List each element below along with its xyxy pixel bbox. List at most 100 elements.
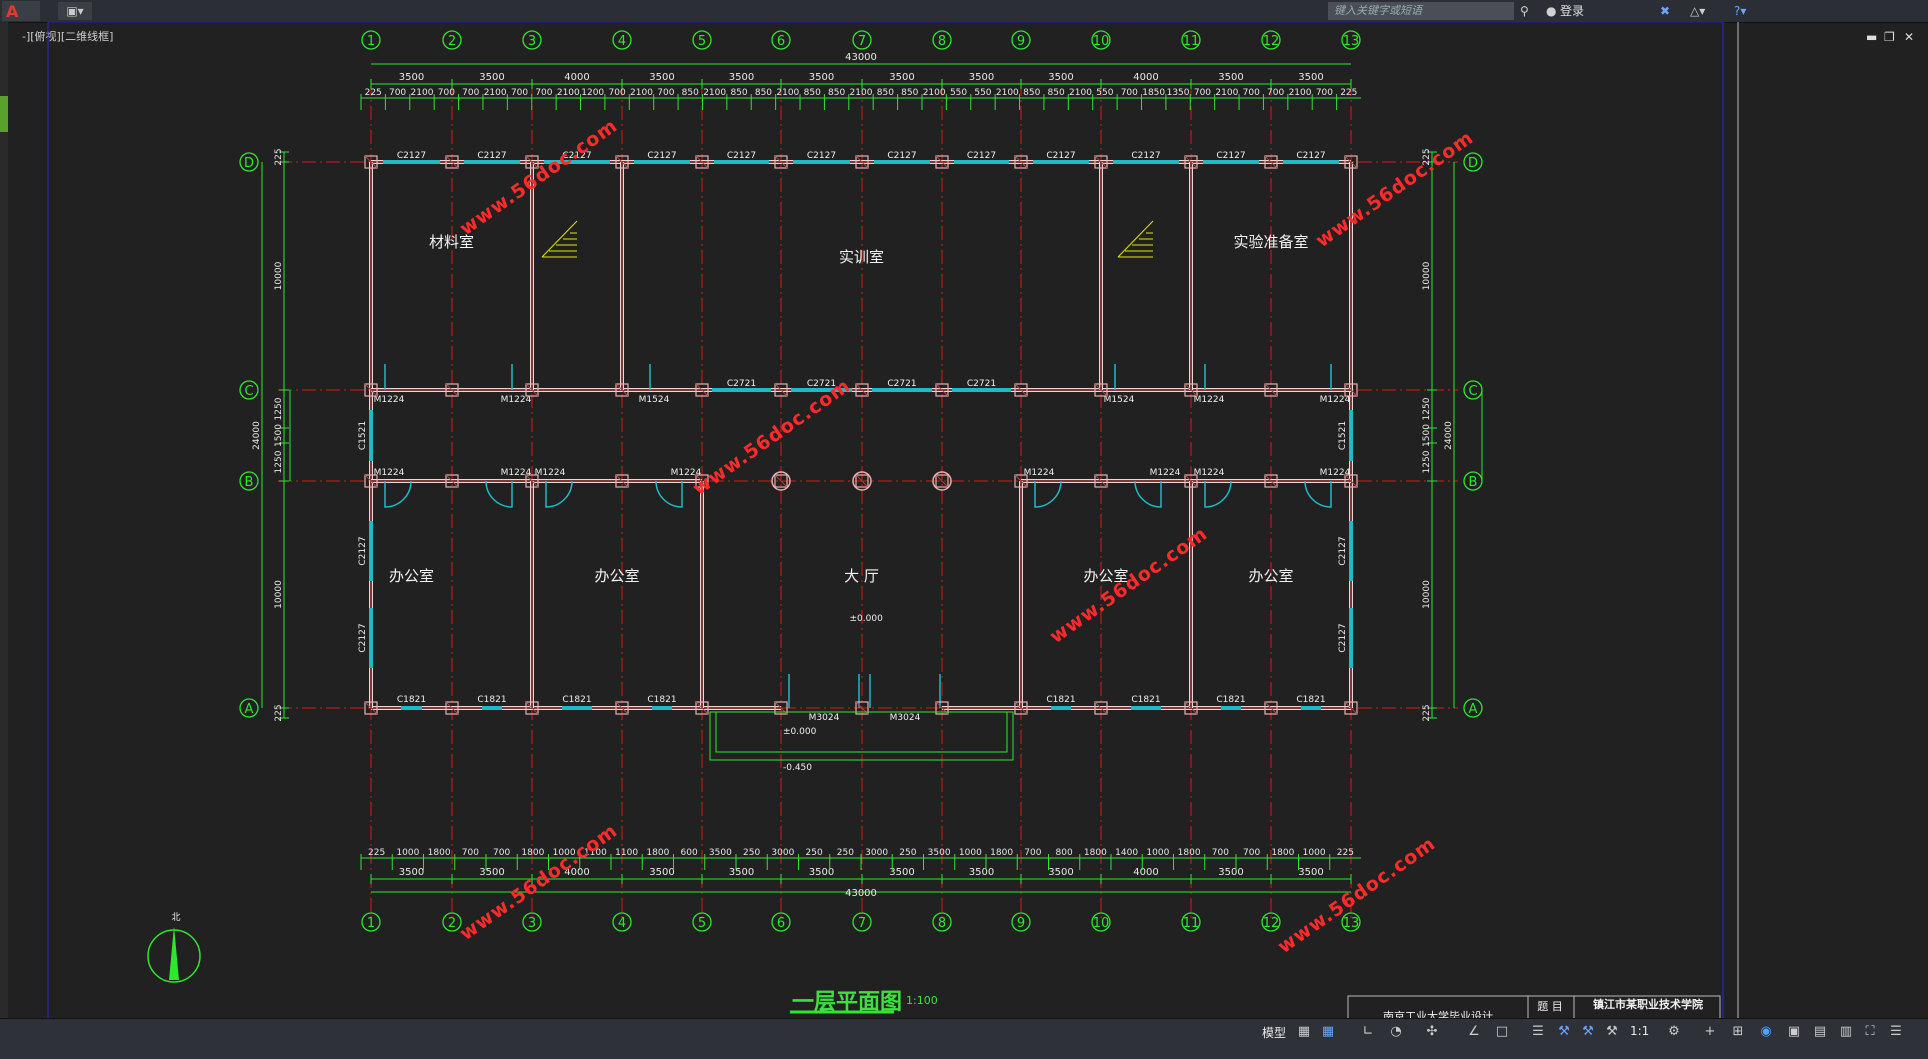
door-label: M1524 [1104,395,1135,405]
top-detail-dim-text: 2100 [484,88,507,98]
door-label: M1224 [535,468,566,478]
axis-label: 2 [448,916,456,931]
axis-label: A [245,702,254,717]
annotation-scale-icon[interactable]: ⚒ [1604,1024,1620,1040]
dynamic-ucs-icon[interactable]: □ [1494,1024,1510,1040]
workspace-gear-icon[interactable]: ⚙ [1666,1024,1682,1040]
top-bay-dim-text: 4000 [564,72,589,83]
bottom-detail-dim-text: 600 [681,848,698,858]
model-tab[interactable]: 模型 [1262,1024,1286,1041]
customize-icon[interactable]: ☰ [1888,1024,1904,1040]
axis-label: 10 [1093,916,1110,931]
clean-screen-icon[interactable]: ▥ [1838,1024,1854,1040]
room-label: 办公室 [594,567,639,585]
axis-label: 5 [698,34,706,49]
axis-label: 8 [938,34,946,49]
axis-label: 11 [1183,34,1200,49]
snap-icon[interactable]: ▦ [1320,1024,1336,1040]
autoscale-icon[interactable]: ⚒ [1580,1024,1596,1040]
window-label: C1521 [1338,421,1348,450]
palette-tab[interactable] [0,96,8,132]
grid-icon[interactable]: ▦ [1296,1024,1312,1040]
window-label: C1821 [1046,695,1075,705]
drawing-title: 一层平面图 [792,990,903,1015]
room-label: 大 厅 [844,567,879,585]
user-icon[interactable]: ● [1546,2,1556,20]
axis-label: 2 [448,34,456,49]
window-label: C2127 [1296,151,1325,161]
vert-dim-text: 225 [1422,704,1432,721]
polar-icon[interactable]: ◔ [1388,1024,1404,1040]
annotation-scale[interactable]: 1:1 [1630,1024,1649,1038]
axis-label: 5 [698,916,706,931]
window-label: C1821 [562,695,591,705]
axis-label: D [244,156,254,171]
bottom-bay-dim-text: 3500 [729,867,754,878]
axis-label: 1 [367,34,375,49]
top-detail-dim-text: 850 [755,88,772,98]
total-dim-text: 43000 [845,52,877,63]
plus-icon[interactable]: + [1702,1024,1718,1040]
bottom-detail-dim-text: 250 [806,848,823,858]
bottom-detail-dim-text: 700 [493,848,510,858]
bottom-detail-dim-text: 1000 [1146,848,1169,858]
bottom-bay-dim-text: 3500 [649,867,674,878]
door-label: M1224 [1150,468,1181,478]
top-bay-dim-text: 3500 [1048,72,1073,83]
ortho-icon[interactable]: ∟ [1360,1024,1376,1040]
login-button[interactable]: 登录 [1560,2,1584,20]
top-detail-dim-text: 850 [682,88,699,98]
bottom-detail-dim-text: 1400 [1115,848,1138,858]
top-bay-dim-text: 3500 [969,72,994,83]
bottom-detail-dim-text: 1100 [615,848,638,858]
door-label: M1224 [1024,468,1055,478]
binoculars-icon[interactable]: ⚲ [1520,2,1529,20]
top-detail-dim-text: 700 [462,88,479,98]
properties-icon[interactable]: ▤ [1812,1024,1828,1040]
vert-dim-text: 1250 [1422,450,1432,473]
bottom-detail-dim-text: 1800 [428,848,451,858]
tool-palette-strip[interactable] [0,22,8,1032]
axis-label: 12 [1263,916,1280,931]
vert-dim-text: 1250 [274,397,284,420]
application-button[interactable]: A [2,1,40,21]
help-icon[interactable]: ?▾ [1734,2,1746,20]
top-detail-dim-text: 700 [1121,88,1138,98]
lineweight-icon[interactable]: ☰ [1530,1024,1546,1040]
connect-icon[interactable]: △▾ [1690,2,1705,20]
vert-dim-text: 10000 [1422,580,1432,609]
window-label: C2127 [477,151,506,161]
bottom-detail-dim-text: 700 [1243,848,1260,858]
quick-access-toolbar[interactable]: ▣▾ [58,2,92,20]
bottom-bay-dim-text: 3500 [1048,867,1073,878]
top-detail-dim-text: 2100 [1069,88,1092,98]
otrack-icon[interactable]: ∠ [1466,1024,1482,1040]
bottom-detail-dim-text: 3500 [928,848,951,858]
bottom-detail-dim-text: 250 [837,848,854,858]
ui-lock-icon[interactable]: ⊞ [1730,1024,1746,1040]
window-label: C1821 [1131,695,1160,705]
window-label: C2127 [1131,151,1160,161]
room-label: 办公室 [389,567,434,585]
top-detail-dim-text: 550 [950,88,967,98]
axis-label: 10 [1093,34,1110,49]
drawing-canvas[interactable]: 1122334455667788991010111112121313D DC CB B… [8,22,1928,1022]
isolate-icon[interactable]: ◉ [1758,1024,1774,1040]
fullscreen-icon[interactable]: ⛶ [1862,1024,1878,1040]
window-label: C2721 [727,379,756,389]
annotation-visibility-icon[interactable]: ⚒ [1556,1024,1572,1040]
hardware-accel-icon[interactable]: ▣ [1786,1024,1802,1040]
bottom-detail-dim-text: 1800 [1084,848,1107,858]
top-detail-dim-text: 850 [877,88,894,98]
search-input[interactable]: 键入关键字或短语 [1328,2,1514,20]
bottom-detail-dim-text: 1800 [521,848,544,858]
window-label: C2127 [1216,151,1245,161]
osnap-icon[interactable]: ✣ [1424,1024,1440,1040]
window-label: C1821 [477,695,506,705]
level-label: -0.450 [783,763,812,773]
axis-label: 13 [1343,916,1360,931]
room-label: 实训室 [839,248,884,266]
drawing-scale: 1:100 [906,994,938,1007]
top-detail-dim-text: 700 [1194,88,1211,98]
exchange-icon[interactable]: ✖ [1660,2,1670,20]
